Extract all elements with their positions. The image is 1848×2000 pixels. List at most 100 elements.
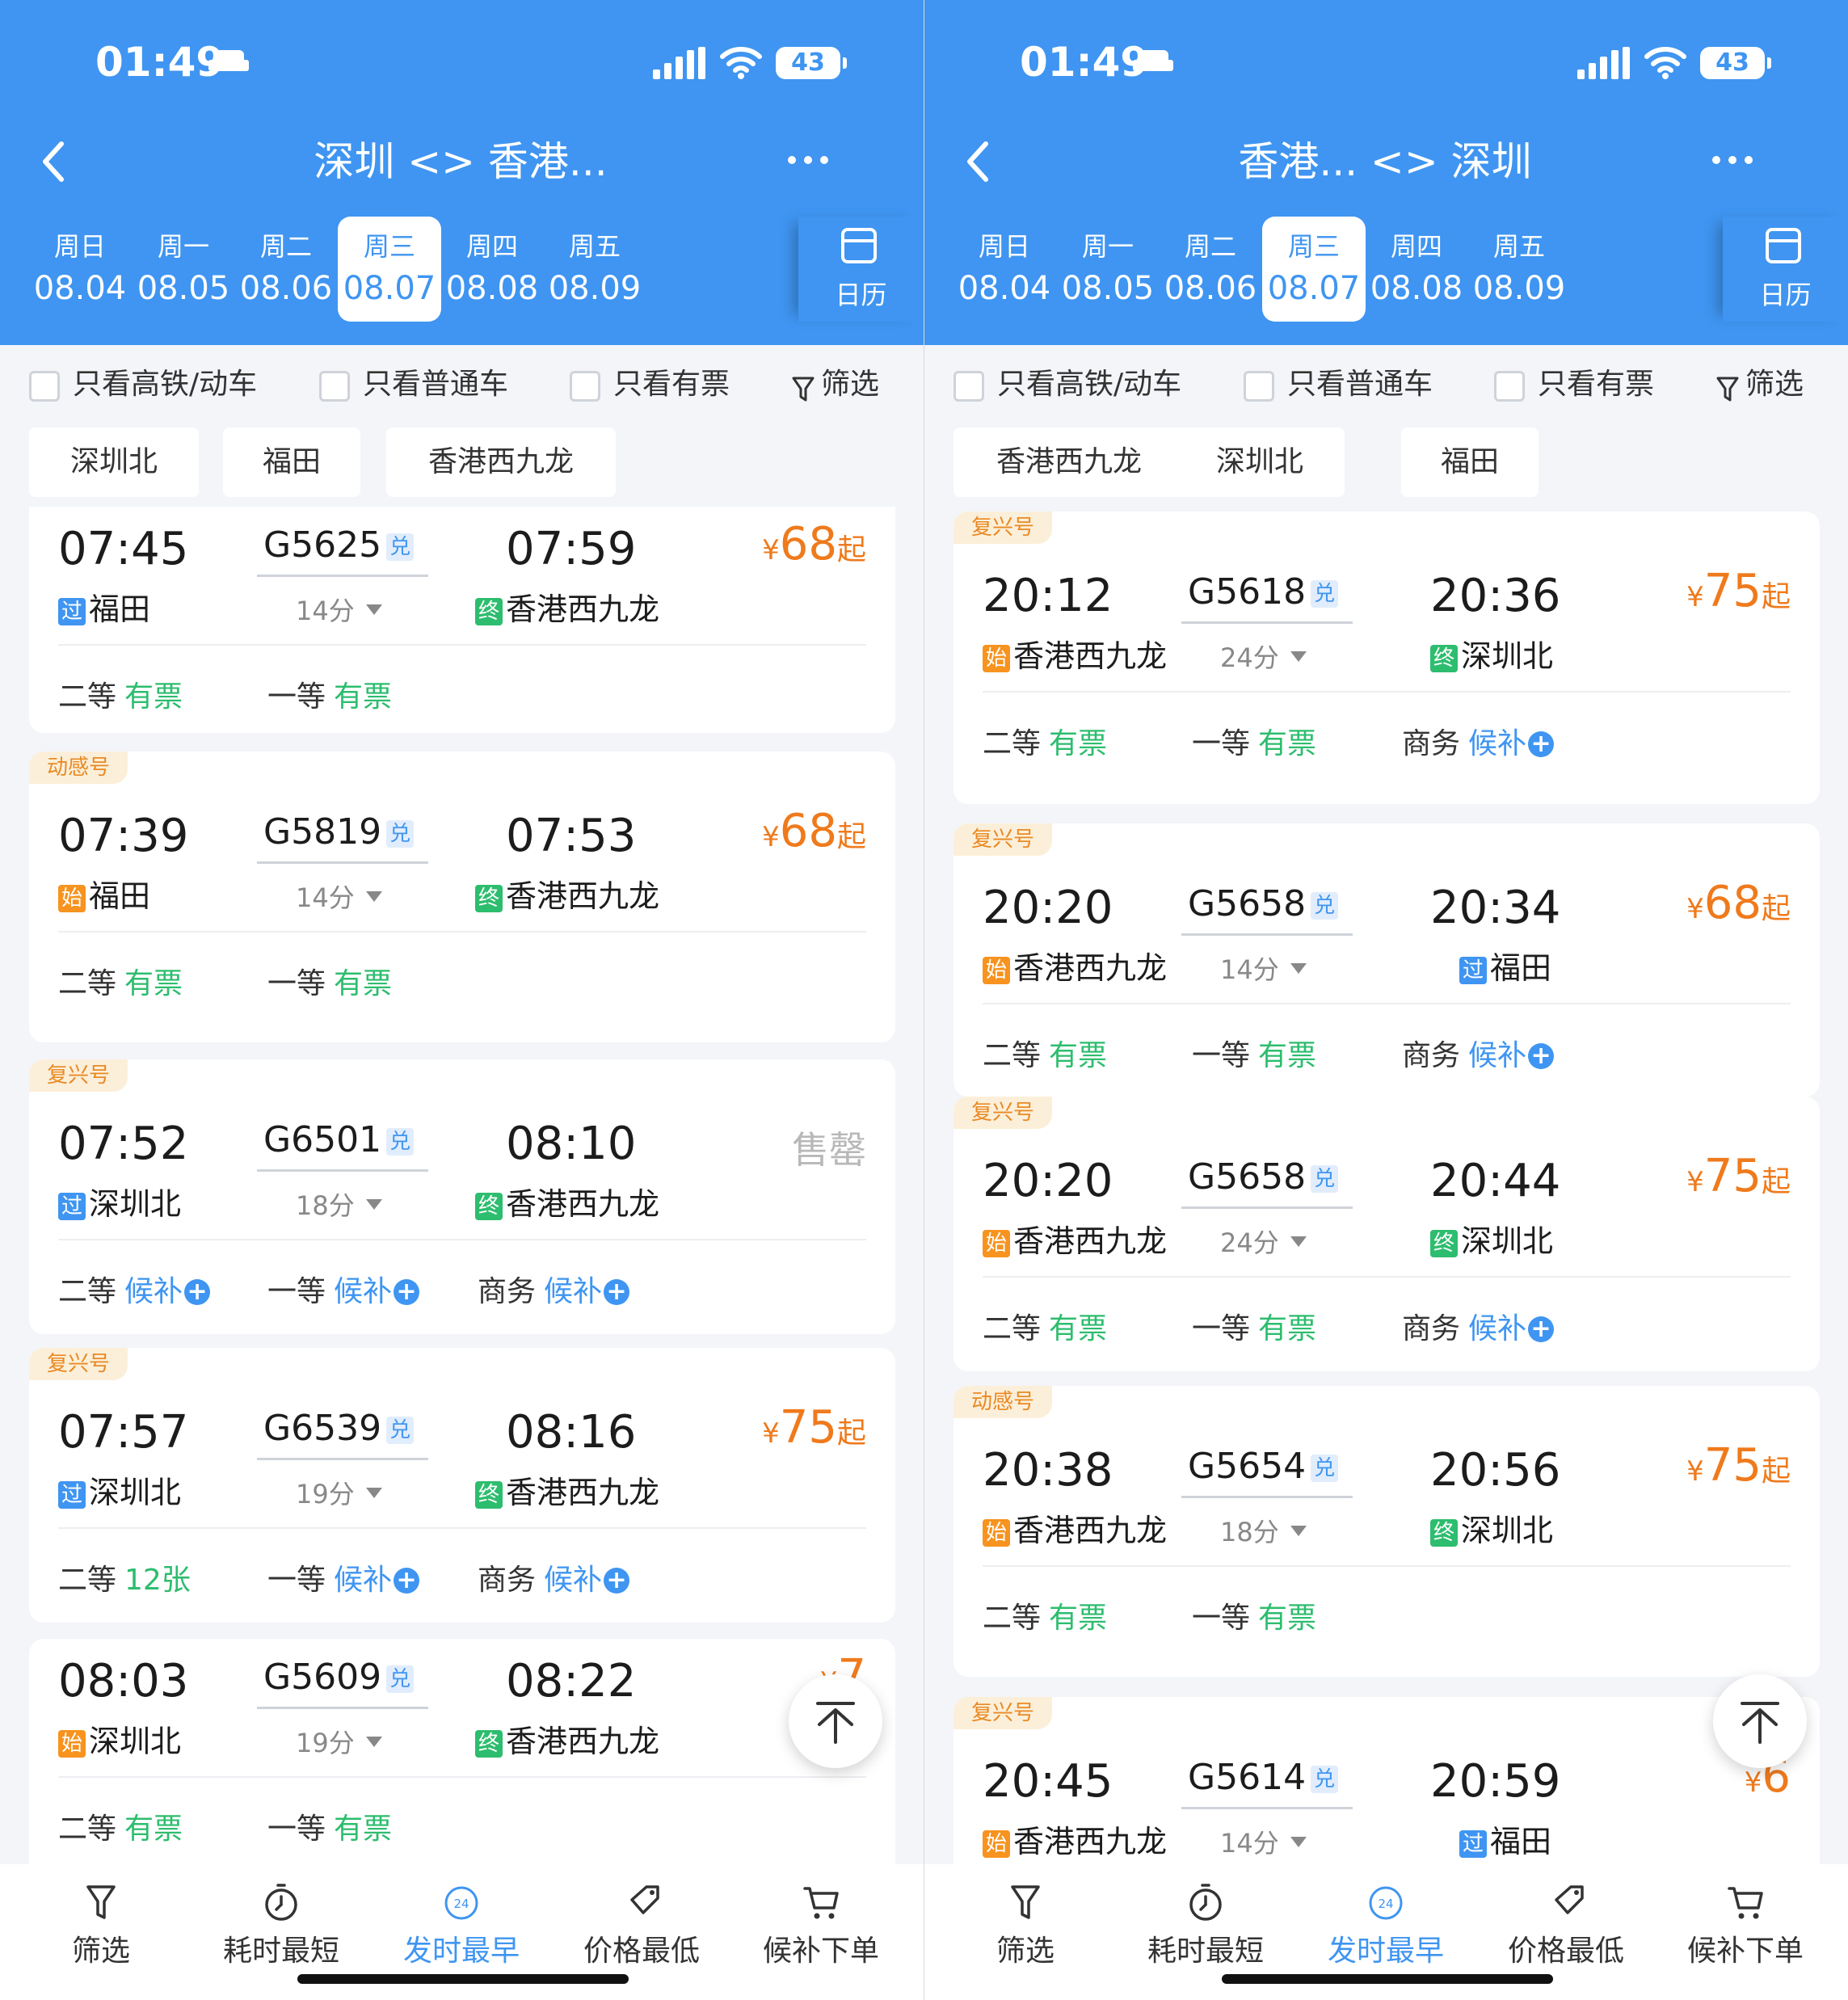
sort-tab-1[interactable]: 耗时最短 xyxy=(1133,1880,1278,1969)
duration[interactable]: 14分 xyxy=(1220,949,1307,987)
train-card[interactable]: 动感号 07:39 07:53 G5819 兑 14分始福田终香港西九龙 ¥68起 二等 有票一… xyxy=(29,752,895,1042)
departure-time: 07:57 xyxy=(58,1406,189,1459)
train-card[interactable]: 复兴号 20:20 20:34 G5658 兑 14分始香港西九龙过福田 ¥68起 二等 有票一… xyxy=(953,823,1820,1097)
filter-checkbox[interactable]: 只看普通车 xyxy=(319,363,508,406)
date-08.06[interactable]: 周二 08.06 xyxy=(1159,217,1262,322)
filter-checkbox[interactable]: 只看高铁/动车 xyxy=(953,363,1181,406)
seat-class[interactable]: 二等 12张 xyxy=(58,1556,191,1598)
sort-tab-3[interactable]: 价格最低 xyxy=(569,1880,714,1969)
filter-checkbox[interactable]: 只看有票 xyxy=(570,363,730,406)
date-08.07[interactable]: 周三 08.07 xyxy=(1262,217,1366,322)
sleep-mode-icon xyxy=(208,50,249,73)
seat-class[interactable]: 二等 有票 xyxy=(983,1594,1107,1636)
date-08.06[interactable]: 周二 08.06 xyxy=(234,217,338,322)
duration[interactable]: 14分 xyxy=(296,591,382,628)
filter-checkbox[interactable]: 只看高铁/动车 xyxy=(29,363,257,406)
header: 01:49 43 香港... <> 深圳 周日 08.04 周一 08.05 周二 08.06 周… xyxy=(924,0,1848,345)
duration[interactable]: 14分 xyxy=(296,878,382,915)
train-card[interactable]: 复兴号 20:20 20:44 G5658 兑 24分始香港西九龙终深圳北 ¥75起 二等 有票… xyxy=(953,1097,1820,1371)
duration[interactable]: 24分 xyxy=(1220,1223,1307,1260)
station-chip[interactable]: 深圳北 xyxy=(1175,427,1345,497)
calendar-button[interactable]: 日历 xyxy=(1723,217,1848,322)
date-08.08[interactable]: 周四 08.08 xyxy=(1365,217,1468,322)
sort-tab-4[interactable]: 候补下单 xyxy=(1673,1880,1818,1969)
duration[interactable]: 24分 xyxy=(1220,638,1307,675)
date-08.09[interactable]: 周五 08.09 xyxy=(1467,217,1571,322)
seat-class[interactable]: 二等 有票 xyxy=(58,673,183,715)
seat-class[interactable]: 商务 候补 + xyxy=(1402,1305,1555,1347)
sort-tab-0[interactable]: 筛选 xyxy=(953,1880,1098,1969)
train-card[interactable]: 复兴号 07:57 08:16 G6539 兑 19分 过深圳北 终香港西九龙 ¥75起 二等 12… xyxy=(29,1348,895,1623)
more-icon[interactable] xyxy=(784,144,832,176)
filter-checkbox[interactable]: 只看有票 xyxy=(1494,363,1654,406)
seat-class[interactable]: 二等 有票 xyxy=(58,1805,183,1847)
filter-button[interactable]: 筛选 xyxy=(792,363,879,406)
train-card[interactable]: 08:0308:22G5609兑19分始深圳北终香港西九龙¥7二等有票一等有票 xyxy=(29,1639,895,1864)
date-08.04[interactable]: 周日 08.04 xyxy=(953,217,1056,322)
train-card[interactable]: 动感号 20:38 20:56 G5654 兑 18分始香港西九龙终深圳北 ¥75起 二等 有票… xyxy=(953,1386,1820,1677)
date-day: 08.08 xyxy=(445,270,539,307)
filter-button[interactable]: 筛选 xyxy=(1716,363,1804,406)
seat-class[interactable]: 一等 有票 xyxy=(267,1805,392,1847)
seat-class[interactable]: 二等 有票 xyxy=(983,720,1107,762)
duration[interactable]: 18分 xyxy=(296,1185,382,1223)
date-08.07[interactable]: 周三 08.07 xyxy=(338,217,441,322)
station-chip[interactable]: 香港西九龙 xyxy=(953,427,1185,497)
seat-class[interactable]: 商务 候补 + xyxy=(1402,720,1555,762)
station-chip[interactable]: 香港西九龙 xyxy=(386,427,616,497)
date-08.04[interactable]: 周日 08.04 xyxy=(28,217,132,322)
seat-class[interactable]: 一等 有票 xyxy=(1192,1305,1316,1347)
calendar-button[interactable]: 日历 xyxy=(798,217,924,322)
scroll-to-top-button[interactable] xyxy=(1713,1674,1807,1768)
scroll-to-top-button[interactable] xyxy=(789,1674,882,1768)
sort-tab-label: 候补下单 xyxy=(1686,1935,1804,1968)
duration-text: 14分 xyxy=(1220,1828,1279,1859)
sort-tab-1[interactable]: 耗时最短 xyxy=(208,1880,354,1969)
seat-class[interactable]: 一等 有票 xyxy=(1192,720,1316,762)
duration[interactable]: 19分 xyxy=(296,1723,382,1760)
station-chip[interactable]: 福田 xyxy=(223,427,360,497)
date-08.09[interactable]: 周五 08.09 xyxy=(543,217,646,322)
back-button[interactable] xyxy=(36,136,74,187)
calendar-icon xyxy=(841,228,877,263)
seat-class[interactable]: 二等 有票 xyxy=(983,1032,1107,1074)
seat-class[interactable]: 商务 候补 + xyxy=(478,1556,630,1598)
plus-circle-icon: + xyxy=(394,1568,420,1594)
station-chip[interactable]: 福田 xyxy=(1401,427,1539,497)
price-suffix: 起 xyxy=(1761,1455,1791,1488)
station-chip[interactable]: 深圳北 xyxy=(29,427,199,497)
seat-class[interactable]: 一等 有票 xyxy=(267,673,392,715)
seat-class[interactable]: 一等 有票 xyxy=(267,960,392,1002)
train-card[interactable]: 07:45 07:59 G5625 兑 14分过福田终香港西九龙 ¥68起 二等 有票 一等 有票 xyxy=(29,507,895,733)
sort-tab-2[interactable]: 24 发时最早 xyxy=(389,1880,534,1969)
seat-class[interactable]: 二等 候补 + xyxy=(58,1268,211,1310)
sort-tab-4[interactable]: 候补下单 xyxy=(748,1880,894,1969)
status-time: 01:49 xyxy=(95,39,225,86)
seat-class[interactable]: 二等 有票 xyxy=(58,960,183,1002)
duration[interactable]: 19分 xyxy=(296,1474,382,1511)
seat-class[interactable]: 一等 有票 xyxy=(1192,1032,1316,1074)
train-type-tag: 复兴号 xyxy=(953,1697,1053,1729)
train-card[interactable]: 复兴号 20:45 20:59 G5614 兑 14分始香港西九龙过福田 ¥6 xyxy=(953,1697,1820,1864)
filter-checkbox[interactable]: 只看普通车 xyxy=(1244,363,1433,406)
sort-tab-2[interactable]: 24 发时最早 xyxy=(1313,1880,1459,1969)
back-button[interactable] xyxy=(960,136,999,187)
date-08.08[interactable]: 周四 08.08 xyxy=(440,217,544,322)
arrival-time: 08:16 xyxy=(506,1406,637,1459)
duration[interactable]: 14分 xyxy=(1220,1823,1307,1860)
sort-tab-0[interactable]: 筛选 xyxy=(28,1880,174,1969)
seat-class[interactable]: 一等 候补 + xyxy=(267,1556,420,1598)
seat-class[interactable]: 一等 有票 xyxy=(1192,1594,1316,1636)
sort-tab-3[interactable]: 价格最低 xyxy=(1493,1880,1639,1969)
train-card[interactable]: 复兴号 07:52 08:10 G6501 兑 18分过深圳北终香港西九龙 售罄 二等 候补 + 一… xyxy=(29,1059,895,1334)
train-number-text: G6539 xyxy=(263,1408,382,1449)
seat-class[interactable]: 一等 候补 + xyxy=(267,1268,420,1310)
more-icon[interactable] xyxy=(1708,144,1757,176)
duration[interactable]: 18分 xyxy=(1220,1512,1307,1549)
train-card[interactable]: 复兴号 20:12 20:36 G5618 兑 24分始香港西九龙终深圳北 ¥75起 二等 有票… xyxy=(953,512,1820,804)
seat-class[interactable]: 商务 候补 + xyxy=(478,1268,630,1310)
seat-class[interactable]: 商务 候补 + xyxy=(1402,1032,1555,1074)
date-08.05[interactable]: 周一 08.05 xyxy=(1056,217,1160,322)
date-08.05[interactable]: 周一 08.05 xyxy=(132,217,235,322)
seat-class[interactable]: 二等 有票 xyxy=(983,1305,1107,1347)
